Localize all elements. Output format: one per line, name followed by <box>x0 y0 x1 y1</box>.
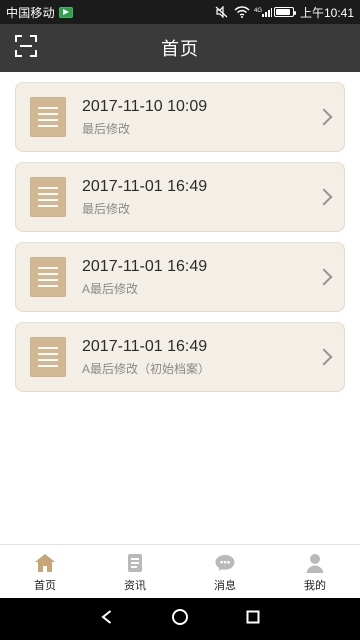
mute-icon <box>214 5 228 19</box>
status-right: 4G 上午10:41 <box>214 4 354 21</box>
system-navigation-bar <box>0 598 360 640</box>
record-datetime: 2017-11-01 16:49 <box>82 258 208 275</box>
nav-recent-apps-button[interactable] <box>233 598 273 640</box>
document-icon <box>30 257 66 297</box>
record-card[interactable]: 2017-11-10 10:09 最后修改 <box>15 82 345 152</box>
record-datetime: 2017-11-01 16:49 <box>82 178 208 195</box>
nav-home-button[interactable] <box>160 598 200 640</box>
svg-text:4G: 4G <box>254 8 262 14</box>
4g-signal-icon: 4G <box>254 6 272 18</box>
record-subtitle: A最后修改 <box>82 282 139 296</box>
record-text: 2017-11-01 16:49 最后修改 <box>82 178 207 216</box>
app-badge-icon <box>58 6 73 18</box>
page-title: 首页 <box>161 39 199 59</box>
record-datetime: 2017-11-01 16:49 <box>82 338 208 355</box>
app-root: 中国移动 4G 上午10:41 首页 2017-11-10 10:09 最后修改… <box>0 0 360 640</box>
nav-back-button[interactable] <box>87 598 127 640</box>
record-card[interactable]: 2017-11-01 16:49 A最后修改（初始档案） <box>15 322 345 392</box>
chevron-right-icon <box>315 108 333 126</box>
tab-home[interactable]: 首页 <box>0 546 90 600</box>
tab-label-messages: 消息 <box>214 580 236 592</box>
tab-label-news: 资讯 <box>124 580 146 592</box>
records-list: 2017-11-10 10:09 最后修改 2017-11-01 16:49 最… <box>0 72 360 546</box>
document-icon <box>30 177 66 217</box>
chevron-right-icon <box>315 348 333 366</box>
record-text: 2017-11-01 16:49 A最后修改 <box>82 258 207 296</box>
tab-label-profile: 我的 <box>304 580 326 592</box>
news-icon <box>124 552 146 574</box>
record-subtitle: 最后修改 <box>82 202 131 216</box>
document-icon <box>30 337 66 377</box>
tab-label-home: 首页 <box>34 580 56 592</box>
home-icon <box>33 552 57 574</box>
scan-button[interactable] <box>14 34 38 63</box>
battery-icon <box>273 7 296 17</box>
battery-fill <box>275 9 290 15</box>
recent-apps-square-icon <box>244 608 262 631</box>
tab-messages[interactable]: 消息 <box>180 546 270 600</box>
record-subtitle: 最后修改 <box>82 122 131 136</box>
carrier-name: 中国移动 <box>6 5 55 20</box>
back-triangle-icon <box>98 608 116 631</box>
tab-profile[interactable]: 我的 <box>270 546 360 600</box>
record-text: 2017-11-10 10:09 最后修改 <box>82 98 207 136</box>
status-bar: 中国移动 4G 上午10:41 <box>0 0 360 24</box>
top-app-bar: 首页 <box>0 24 360 72</box>
chevron-right-icon <box>315 188 333 206</box>
status-left: 中国移动 <box>6 4 73 21</box>
document-icon <box>30 97 66 137</box>
home-circle-icon <box>171 608 189 631</box>
profile-icon <box>303 552 327 574</box>
tab-news[interactable]: 资讯 <box>90 546 180 600</box>
wifi-icon <box>234 6 250 18</box>
bottom-tab-bar: 首页 资讯 消息 我的 <box>0 544 360 598</box>
message-icon <box>213 552 237 574</box>
chevron-right-icon <box>315 268 333 286</box>
status-time: 上午10:41 <box>299 5 354 20</box>
scan-icon <box>14 34 38 63</box>
record-card[interactable]: 2017-11-01 16:49 A最后修改 <box>15 242 345 312</box>
record-card[interactable]: 2017-11-01 16:49 最后修改 <box>15 162 345 232</box>
record-subtitle: A最后修改（初始档案） <box>82 362 211 376</box>
record-datetime: 2017-11-10 10:09 <box>82 98 208 115</box>
record-text: 2017-11-01 16:49 A最后修改（初始档案） <box>82 338 210 376</box>
